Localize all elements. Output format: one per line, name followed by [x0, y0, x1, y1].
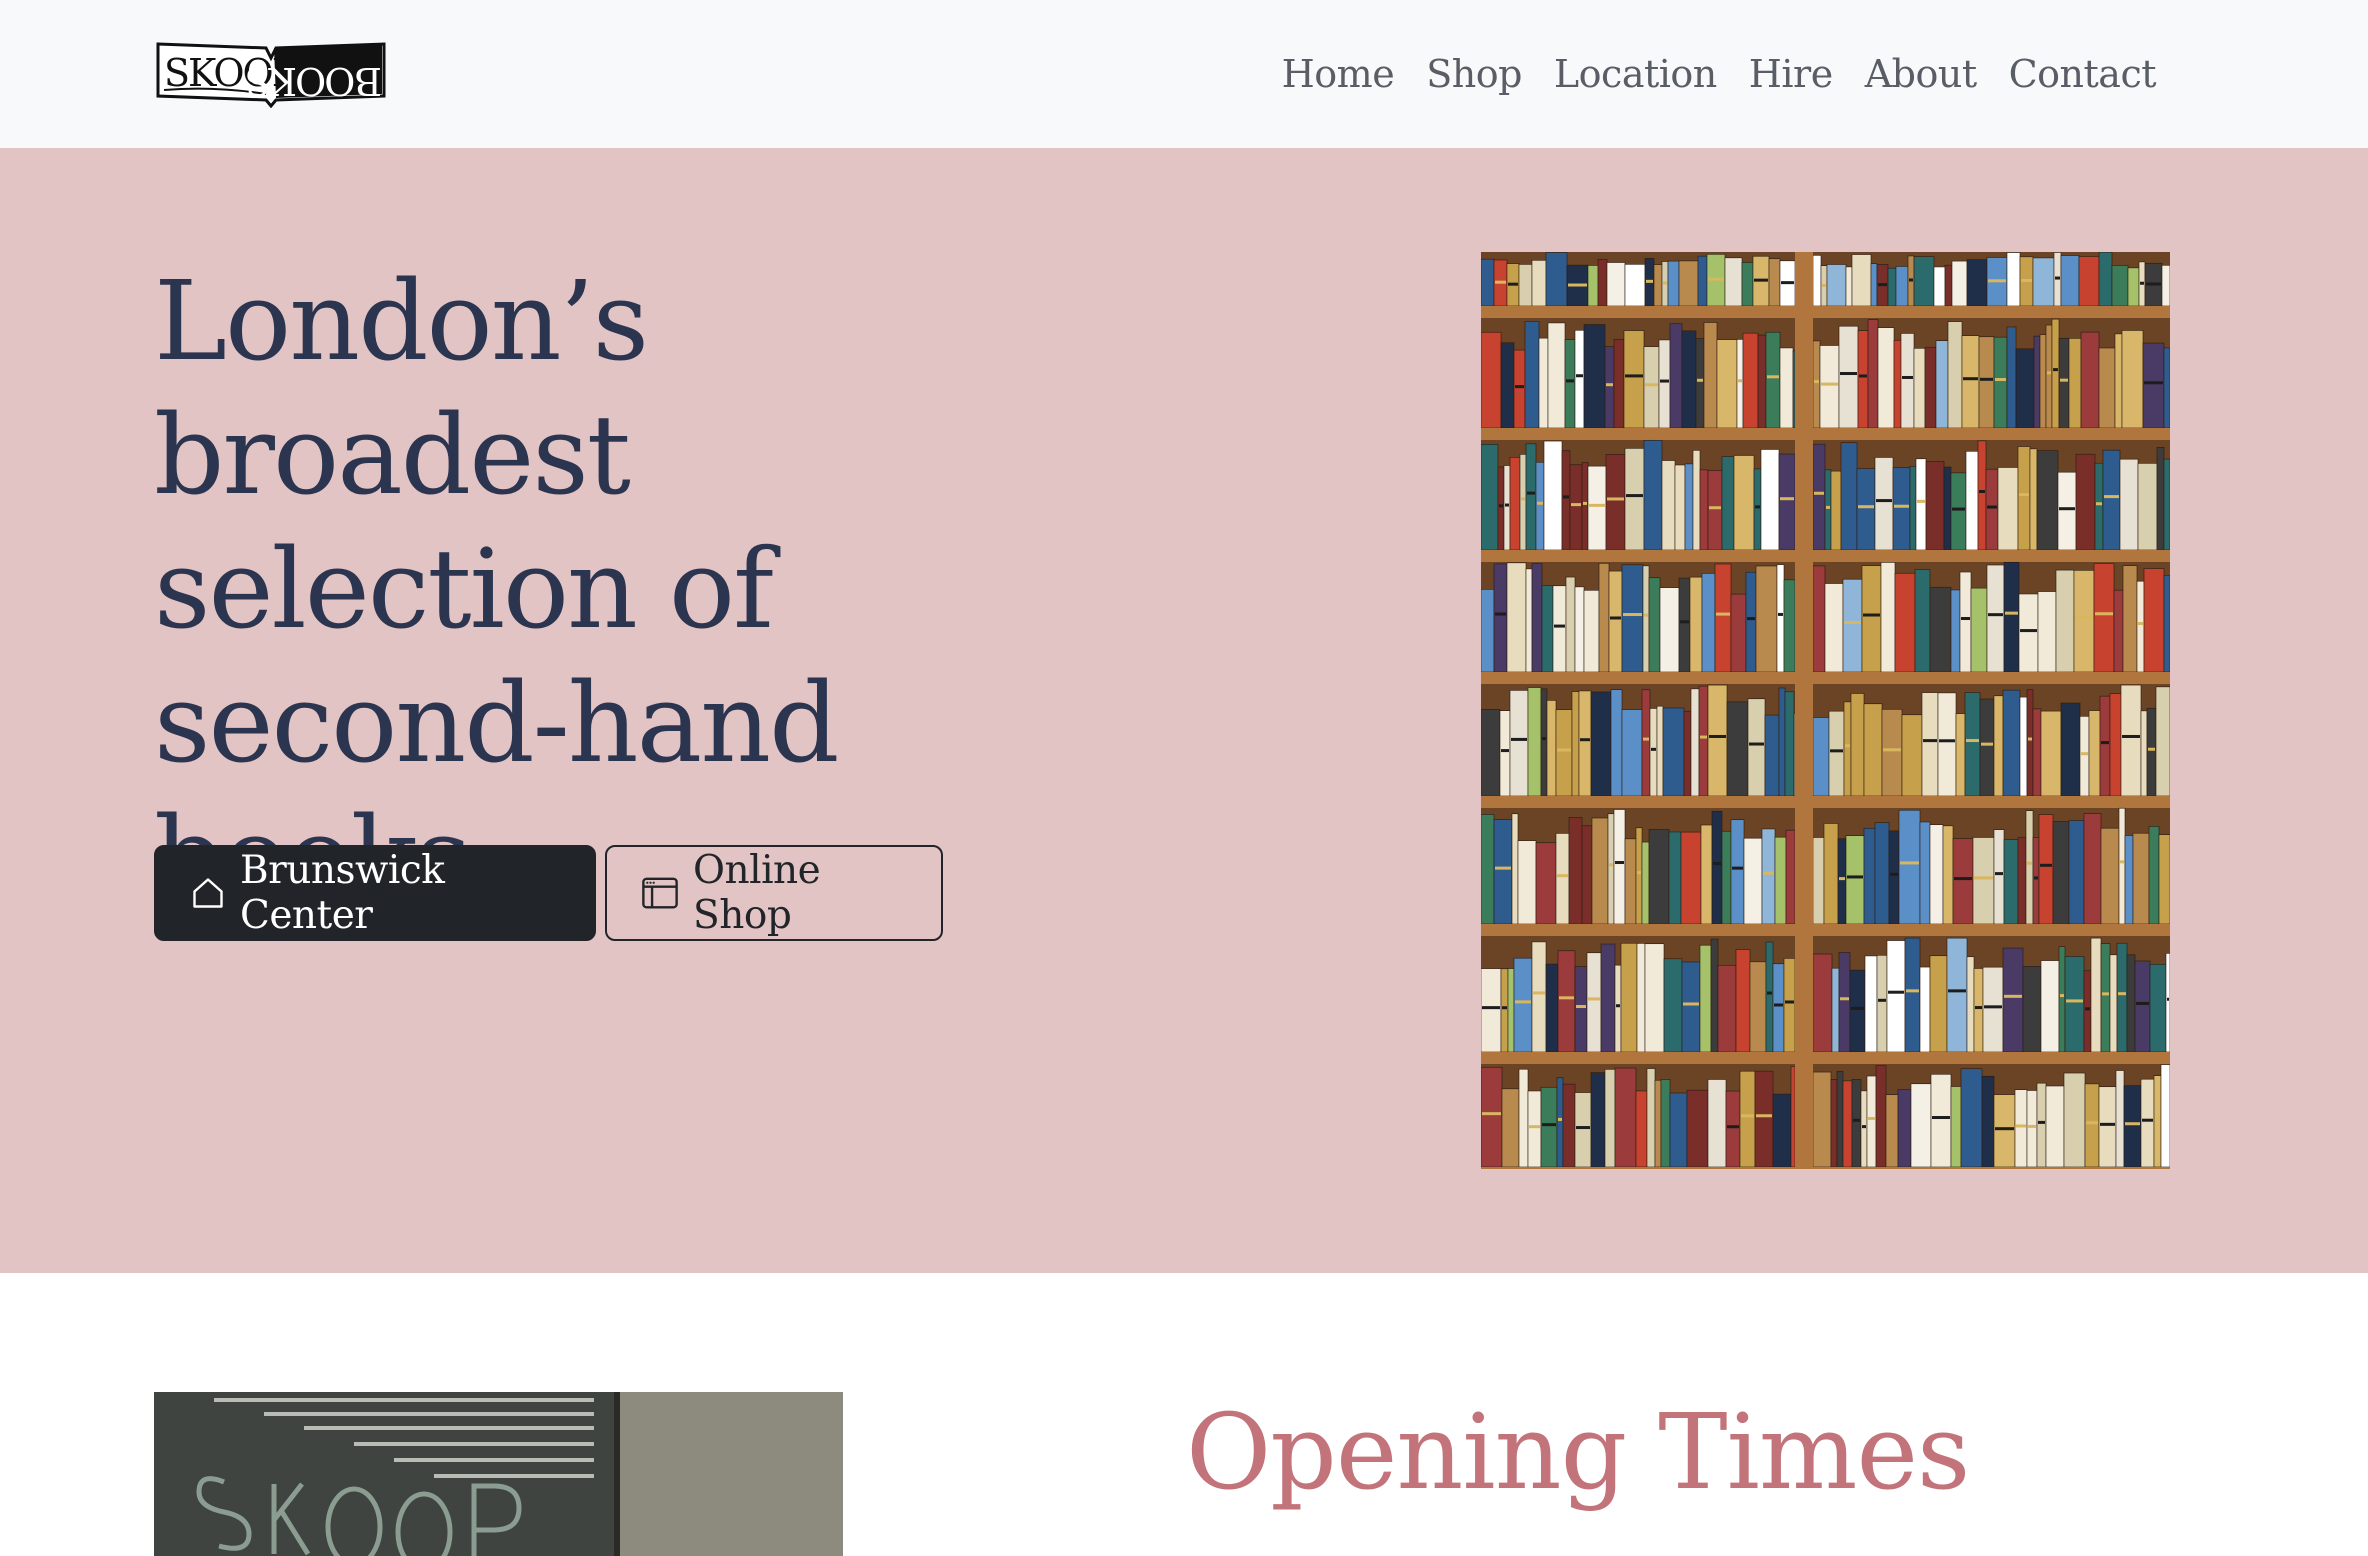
storefront-photo — [154, 1392, 843, 1556]
hero-title-line: selection of — [154, 525, 774, 653]
brunswick-center-button[interactable]: Brunswick Center — [154, 845, 596, 941]
skoob-books-logo[interactable]: SKOOB BOOKS — [154, 34, 388, 109]
logo-book-icon: SKOOB BOOKS — [156, 42, 386, 109]
nav-location[interactable]: Location — [1554, 52, 1717, 96]
brunswick-center-label: Brunswick Center — [240, 848, 445, 938]
nav-hire[interactable]: Hire — [1749, 52, 1833, 96]
nav-contact[interactable]: Contact — [2009, 52, 2157, 96]
hero-section: London’s broadest selection of second-ha… — [0, 148, 2368, 1273]
browser-window-icon — [642, 877, 678, 909]
bookshelves-illustration — [1481, 252, 2170, 1169]
online-shop-button[interactable]: Online Shop — [605, 845, 943, 941]
opening-times-heading: Opening Times — [1186, 1391, 1970, 1513]
storefront-illustration — [154, 1392, 843, 1556]
hero-buttons: Brunswick Center Online Shop — [154, 845, 943, 941]
hero-title: London’s broadest selection of second-ha… — [154, 254, 1154, 924]
hero-title-line: London’s broadest — [154, 257, 649, 519]
bookshelves-photo — [1481, 252, 2170, 1169]
online-shop-label: Online Shop — [693, 848, 821, 938]
svg-text:BOOKS: BOOKS — [247, 59, 382, 103]
nav-home[interactable]: Home — [1282, 52, 1395, 96]
hero-title-line: second-hand — [154, 659, 839, 787]
nav-about[interactable]: About — [1865, 52, 1977, 96]
house-icon — [193, 878, 223, 908]
navbar: SKOOB BOOKS Home Shop Location Hire Abou… — [0, 0, 2368, 148]
nav-shop[interactable]: Shop — [1426, 52, 1522, 96]
main-nav: Home Shop Location Hire About Contact — [1282, 0, 2157, 148]
